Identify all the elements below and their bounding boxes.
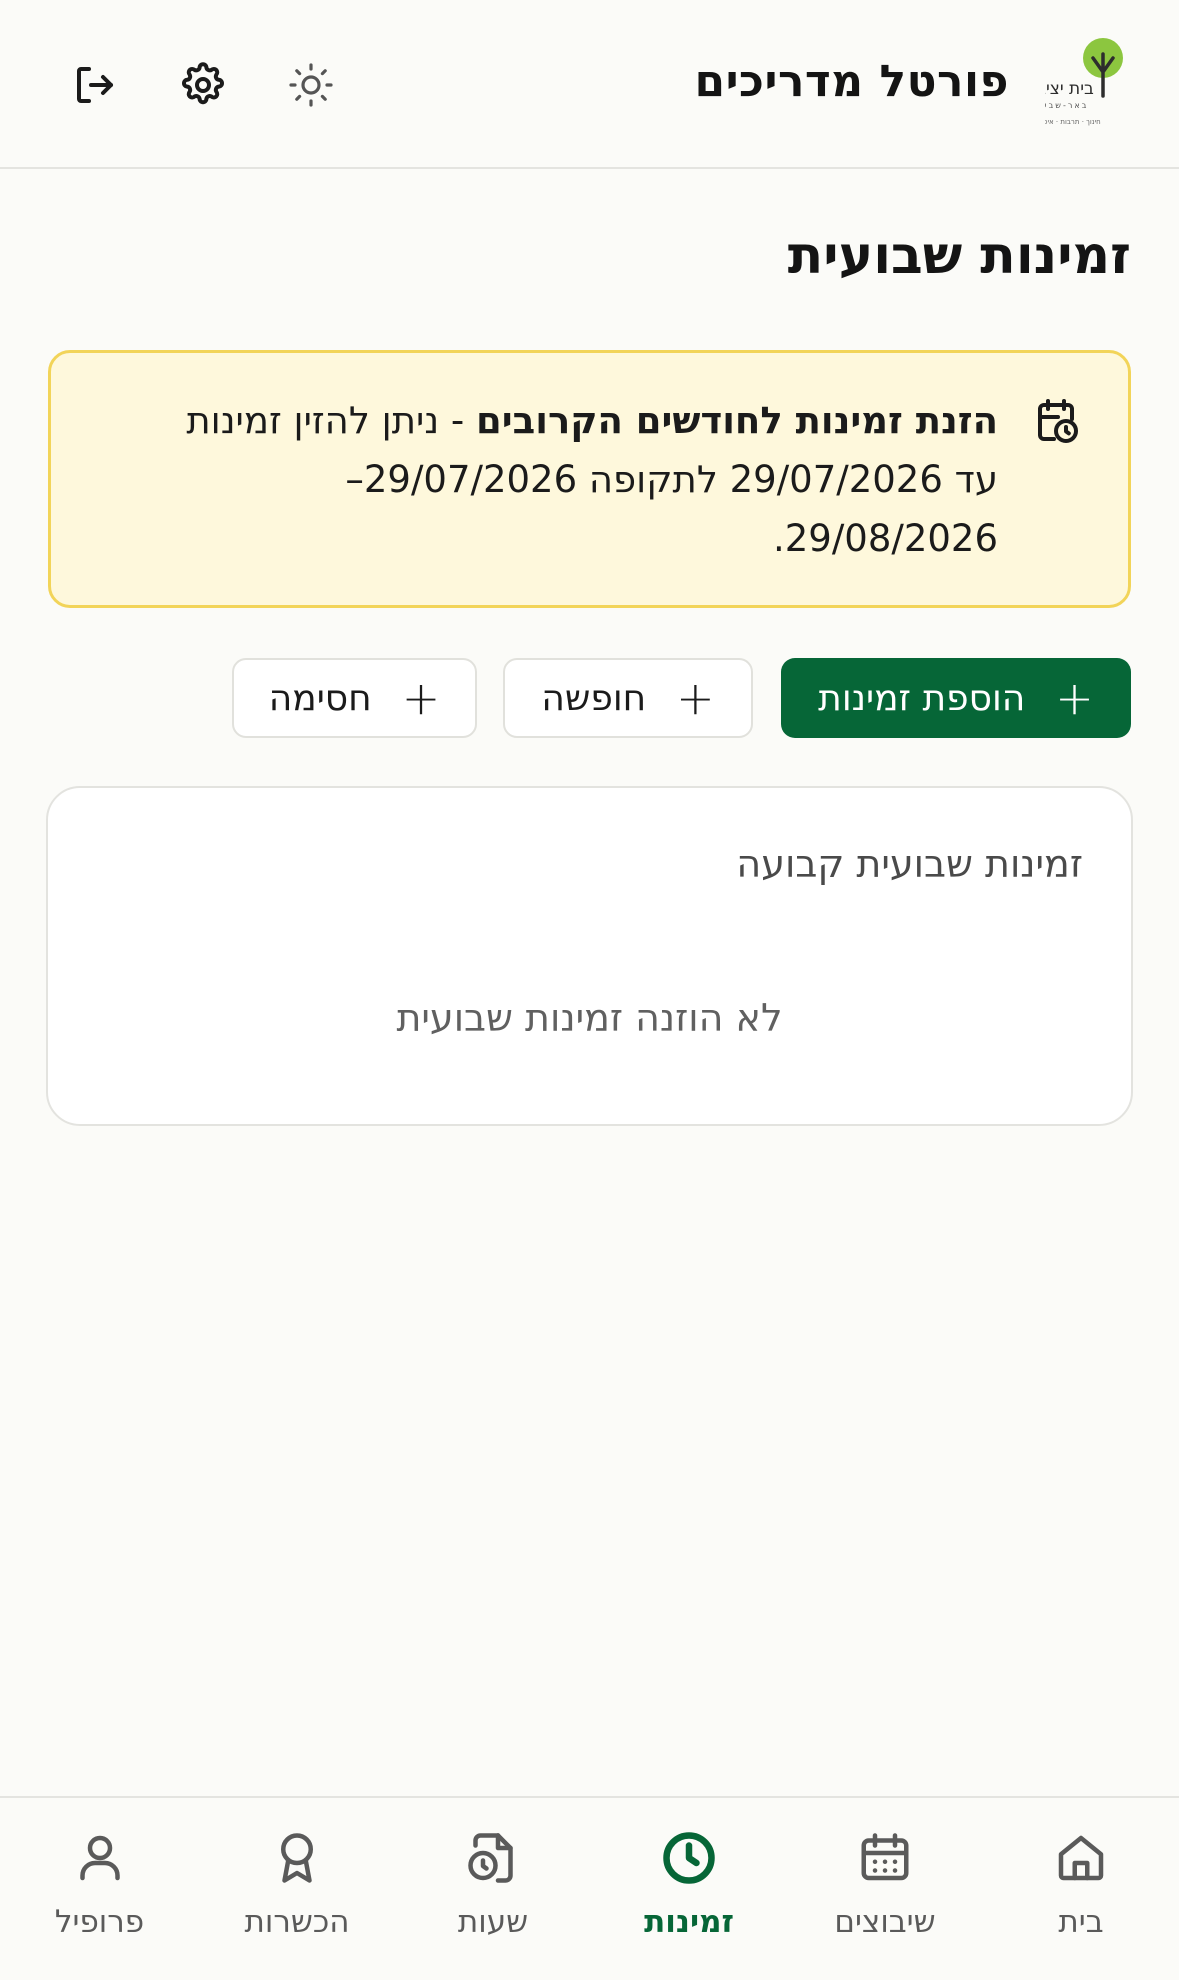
sun-icon [289, 63, 333, 107]
theme-toggle-button[interactable] [276, 50, 346, 120]
nav-label-assignments: שיבוצים [834, 1904, 936, 1940]
notice-icon-wrap [1032, 397, 1080, 445]
plus-icon: + [676, 671, 715, 725]
block-label: חסימה [268, 677, 372, 719]
user-icon [79, 1835, 120, 1881]
nav-label-home: בית [1058, 1904, 1104, 1940]
home-icon [1058, 1835, 1104, 1881]
nav-item-profile[interactable]: פרופיל [0, 1798, 199, 1980]
nav-label-profile: פרופיל [54, 1904, 145, 1940]
app-header: בית יציב באר-שבע חינוך · תרבות · איכות פ… [0, 0, 1179, 169]
add-availability-label: הוספת זמינות [818, 677, 1026, 719]
nav-label-trainings: הכשרות [244, 1904, 350, 1940]
logo-name-line2: באר-שבע [1045, 101, 1088, 110]
nav-item-assignments[interactable]: שיבוצים [787, 1798, 983, 1980]
bottom-navigation: בית שיבוצים זמינות שעות הכשרות פרופיל [0, 1796, 1179, 1980]
clock-icon [663, 1832, 715, 1884]
logo-tagline: חינוך · תרבות · איכות [1045, 118, 1101, 126]
nav-item-home[interactable]: בית [983, 1798, 1179, 1980]
availability-notice: הזנת זמינות לחודשים הקרובים - ניתן להזין… [48, 350, 1131, 608]
availability-actions: + הוספת זמינות + חופשה + חסימה [48, 658, 1131, 738]
availability-page: בית יציב באר-שבע חינוך · תרבות · איכות פ… [0, 0, 1179, 1980]
nav-label-availability: זמינות [644, 1904, 734, 1940]
nav-item-hours[interactable]: שעות [395, 1798, 591, 1980]
weekly-availability-card: זמינות שבועית קבועה לא הוזנה זמינות שבוע… [46, 786, 1133, 1126]
file-clock-icon [468, 1833, 513, 1883]
nav-item-trainings[interactable]: הכשרות [199, 1798, 395, 1980]
plus-icon: + [401, 671, 441, 725]
nav-item-availability[interactable]: זמינות [591, 1798, 787, 1980]
award-icon [281, 1833, 313, 1883]
empty-state-text: לא הוזנה זמינות שבועית [396, 996, 783, 1040]
settings-button[interactable] [168, 50, 238, 120]
add-block-button[interactable]: + חסימה [232, 658, 477, 738]
plus-icon: + [1055, 671, 1094, 725]
notice-bold-text: הזנת זמינות לחודשים הקרובים [476, 399, 998, 442]
logo: בית יציב באר-שבע חינוך · תרבות · איכות [1036, 36, 1135, 132]
brand-title: פורטל מדריכים [694, 56, 1009, 107]
notice-text: הזנת זמינות לחודשים הקרובים - ניתן להזין… [171, 391, 998, 568]
vacation-label: חופשה [541, 677, 647, 719]
add-vacation-button[interactable]: + חופשה [503, 658, 753, 738]
nav-label-hours: שעות [457, 1904, 529, 1940]
page-title: זמינות שבועית [787, 226, 1131, 286]
calendar-clock-icon [1038, 399, 1078, 443]
logo-name-line1: בית יציב [1045, 79, 1094, 99]
add-availability-button[interactable]: + הוספת זמינות [781, 658, 1131, 738]
card-title: זמינות שבועית קבועה [736, 842, 1083, 886]
calendar-icon [861, 1833, 909, 1881]
logout-icon [77, 67, 113, 103]
logout-button[interactable] [60, 50, 130, 120]
gear-icon [182, 62, 224, 105]
